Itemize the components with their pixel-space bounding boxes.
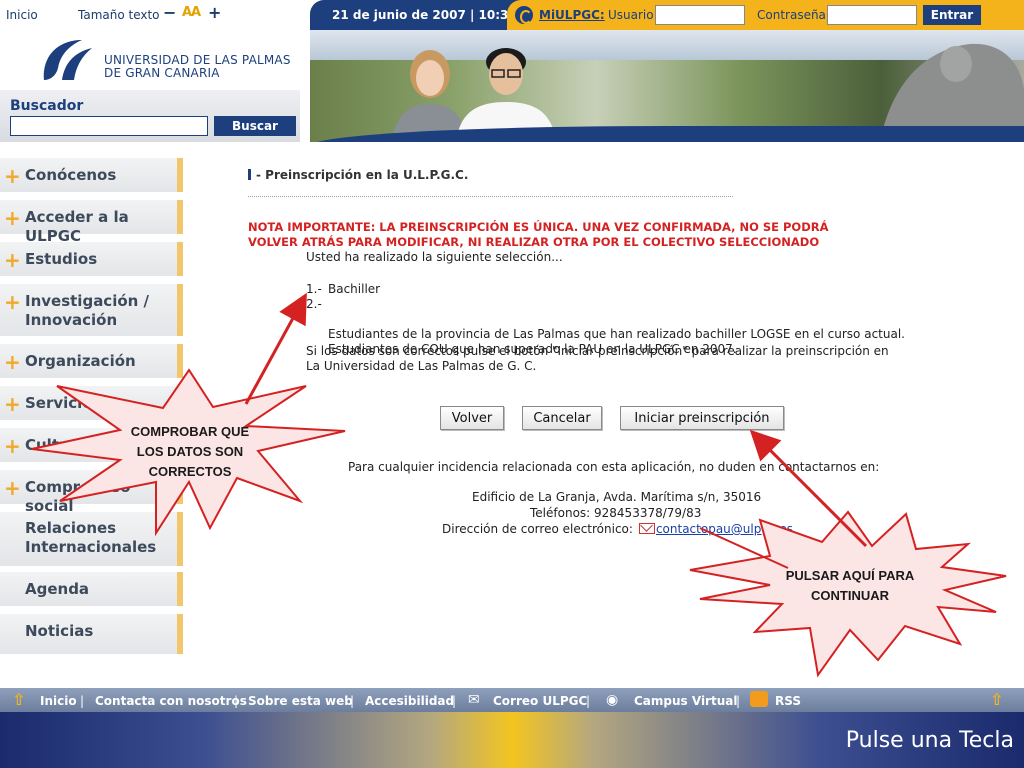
sidebar-item-label: Relaciones Internacionales — [25, 519, 157, 556]
footer-separator: | — [452, 694, 457, 708]
volver-button[interactable]: Volver — [440, 406, 504, 430]
login-bar: 21 de junio de 2007 | 10:37 MiULPGC: Usu… — [310, 0, 1024, 30]
plus-icon: + — [4, 434, 21, 458]
decrease-text-button[interactable]: − — [163, 3, 176, 22]
footer-separator: | — [234, 694, 239, 708]
header-banner-photo — [310, 30, 1024, 142]
contact-intro: Para cualquier incidencia relacionada co… — [348, 460, 880, 474]
text-size-icon: AA — [182, 5, 201, 20]
footer-link-rss[interactable]: RSS — [775, 694, 801, 708]
callout-text-left: COMPROBAR QUE LOS DATOS SON CORRECTOS — [130, 424, 250, 479]
sidebar-item-label: Agenda — [25, 580, 90, 598]
sidebar-item-acceder[interactable]: + Acceder a la ULPGC — [0, 200, 183, 245]
cancelar-button[interactable]: Cancelar — [522, 406, 602, 430]
top-utility-bar: Inicio Tamaño texto − AA + — [0, 0, 310, 30]
sidebar-item-label: Servicios — [25, 394, 102, 412]
footer-link-correo[interactable]: Correo ULPGC — [493, 694, 587, 708]
university-name: UNIVERSIDAD DE LAS PALMAS DE GRAN CANARI… — [104, 54, 291, 80]
sidebar-item-conocenos[interactable]: + Conócenos — [0, 158, 183, 192]
sidebar-item-label: Estudios — [25, 250, 98, 268]
page-title: - Preinscripción en la U.L.P.G.C. — [248, 168, 468, 182]
usuario-input[interactable] — [655, 5, 745, 25]
important-notice: NOTA IMPORTANTE: LA PREINSCRIPCIÓN ES ÚN… — [248, 220, 829, 249]
contact-address: Edificio de La Granja, Avda. Marítima s/… — [472, 490, 762, 504]
miulpgc-logo-icon — [515, 6, 533, 24]
sidebar-item-organizacion[interactable]: + Organización — [0, 344, 183, 378]
plus-icon: + — [4, 206, 21, 230]
sidebar-item-estudios[interactable]: + Estudios — [0, 242, 183, 276]
mail-icon — [638, 523, 655, 534]
plus-icon: + — [4, 392, 21, 416]
plus-icon: + — [4, 290, 21, 314]
search-button[interactable]: Buscar — [214, 116, 296, 136]
title-bar-icon — [248, 169, 251, 180]
sidebar-item-investigacion[interactable]: + Investigación / Innovación — [0, 284, 183, 336]
up-arrow-icon[interactable]: ⇧ — [12, 690, 25, 709]
sidebar-item-label: Acceder a la ULPGC — [25, 208, 129, 245]
email-label: Dirección de correo electrónico: — [442, 522, 633, 536]
plus-icon: + — [4, 248, 21, 272]
sidebar-item-label: Organización — [25, 352, 136, 370]
sidebar-nav: + Conócenos + Acceder a la ULPGC + Estud… — [0, 156, 190, 656]
sidebar-item-label: Conócenos — [25, 166, 117, 184]
sidebar-item-noticias[interactable]: Noticias — [0, 614, 183, 654]
list-number: 1.- — [306, 282, 322, 296]
usuario-label: Usuario — [608, 8, 654, 22]
plus-icon: + — [4, 476, 21, 500]
search-label: Buscador — [10, 98, 84, 114]
rss-icon — [750, 691, 768, 707]
up-arrow-icon[interactable]: ⇧ — [990, 690, 1003, 709]
footer-separator: | — [80, 694, 85, 708]
contact-phones: Teléfonos: 928453378/79/83 — [530, 506, 702, 520]
contact-email-row: Dirección de correo electrónico: contacto… — [442, 522, 793, 536]
password-label: Contraseña — [757, 8, 826, 22]
password-input[interactable] — [827, 5, 917, 25]
footer-separator: | — [586, 694, 591, 708]
sidebar-item-relaciones[interactable]: Relaciones Internacionales — [0, 512, 183, 566]
university-name-line2: DE GRAN CANARIA — [104, 66, 220, 80]
sidebar-item-label: Investigación / Innovación — [25, 292, 150, 329]
date-time: 21 de junio de 2007 | 10:37 — [332, 8, 517, 22]
footer-link-campus[interactable]: Campus Virtual — [634, 694, 737, 708]
iniciar-preinscripcion-button[interactable]: Iniciar preinscripción — [620, 406, 784, 430]
sidebar-item-label: Noticias — [25, 622, 94, 640]
search-input[interactable] — [10, 116, 208, 136]
student-man-image — [456, 48, 556, 142]
page-title-text: - Preinscripción en la U.L.P.G.C. — [256, 168, 469, 182]
footer-link-accesibilidad[interactable]: Accesibilidad — [365, 694, 454, 708]
login-panel: MiULPGC: Usuario Contraseña Entrar — [507, 0, 1024, 30]
selection-intro: Usted ha realizado la siguiente selecció… — [306, 250, 563, 264]
list-number: 2.- — [306, 297, 322, 311]
mail-icon: ✉ — [468, 692, 480, 708]
email-link[interactable]: contactopau@ulpgc.es — [656, 522, 793, 536]
callout-text-right: PULSAR AQUÍ PARA CONTINUAR — [785, 568, 915, 603]
text-size-label: Tamaño texto — [78, 8, 160, 22]
plus-icon: + — [4, 164, 21, 188]
entrar-button[interactable]: Entrar — [923, 5, 981, 25]
plus-icon: + — [4, 350, 21, 374]
inicio-link[interactable]: Inicio — [6, 8, 38, 22]
footer-nav: ⇧ Inicio | Contacta con nosotros | Sobre… — [0, 688, 1024, 712]
sidebar-item-servicios[interactable]: + Servicios — [0, 386, 183, 420]
list-item: 1.- Bachiller — [306, 282, 905, 297]
confirm-instructions: Si los datos son correctos pulse el botó… — [306, 344, 889, 373]
slide-footer-band: Pulse una Tecla — [0, 712, 1024, 768]
search-area: Buscador Buscar — [0, 90, 300, 142]
increase-text-button[interactable]: + — [208, 3, 221, 22]
footer-link-contacta[interactable]: Contacta con nosotros — [95, 694, 247, 708]
footer-link-sobre[interactable]: Sobre esta web — [248, 694, 353, 708]
footer-separator: | — [736, 694, 741, 708]
footer-separator: | — [350, 694, 355, 708]
sidebar-item-label: Compromiso social — [25, 478, 131, 515]
list-text: Bachiller — [328, 282, 381, 296]
ulpgc-logo-icon[interactable] — [38, 36, 96, 86]
footer-link-inicio[interactable]: Inicio — [40, 694, 77, 708]
divider — [248, 196, 733, 197]
sidebar-item-agenda[interactable]: Agenda — [0, 572, 183, 606]
globe-icon: ◉ — [606, 692, 619, 708]
miulpgc-link[interactable]: MiULPGC: — [539, 8, 605, 22]
press-key-prompt[interactable]: Pulse una Tecla — [846, 728, 1014, 753]
